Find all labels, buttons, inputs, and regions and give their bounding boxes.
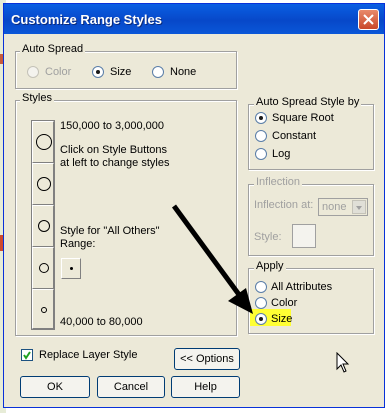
checkmark-icon bbox=[23, 351, 31, 360]
apply-color-radio[interactable] bbox=[255, 297, 267, 309]
auto-spread-color-radio bbox=[27, 66, 39, 78]
square-root-radio[interactable] bbox=[255, 112, 267, 124]
inflection-at-value: none bbox=[322, 201, 347, 213]
auto-spread-style-by-label: Auto Spread Style by bbox=[254, 96, 362, 108]
replace-layer-style-label[interactable]: Replace Layer Style bbox=[39, 349, 137, 361]
all-attributes-label[interactable]: All Attributes bbox=[271, 281, 332, 293]
square-root-label[interactable]: Square Root bbox=[272, 112, 334, 124]
apply-color-label[interactable]: Color bbox=[271, 297, 297, 309]
title-bar[interactable]: Customize Range Styles bbox=[4, 4, 384, 34]
customize-range-styles-dialog: Customize Range Styles Auto Spread Color… bbox=[3, 3, 385, 408]
apply-size-radio[interactable] bbox=[255, 313, 267, 325]
apply-label: Apply bbox=[254, 260, 286, 272]
small-circle-icon bbox=[41, 307, 47, 313]
inflection-style-button[interactable] bbox=[292, 224, 316, 248]
auto-spread-size-label[interactable]: Size bbox=[110, 66, 131, 78]
style-button-1[interactable] bbox=[32, 121, 54, 163]
log-label[interactable]: Log bbox=[272, 148, 290, 160]
auto-spread-none-radio[interactable] bbox=[152, 66, 164, 78]
styles-label: Styles bbox=[20, 92, 54, 104]
chevron-down-icon[interactable] bbox=[352, 200, 366, 214]
all-attributes-radio[interactable] bbox=[255, 281, 267, 293]
replace-layer-style-checkbox[interactable] bbox=[21, 349, 33, 361]
style-button-5[interactable] bbox=[32, 289, 54, 329]
constant-radio[interactable] bbox=[255, 130, 267, 142]
close-button[interactable] bbox=[358, 9, 379, 30]
all-others-label-line1: Style for "All Others" bbox=[60, 225, 160, 237]
ok-button[interactable]: OK bbox=[20, 376, 90, 398]
inflection-style-label: Style: bbox=[254, 231, 282, 243]
cancel-button[interactable]: Cancel bbox=[97, 376, 165, 398]
circle-icon bbox=[39, 263, 49, 273]
help-button[interactable]: Help bbox=[171, 376, 240, 398]
style-button-2[interactable] bbox=[32, 163, 54, 205]
inflection-at-label: Inflection at: bbox=[254, 199, 314, 211]
close-icon bbox=[363, 14, 374, 25]
constant-label[interactable]: Constant bbox=[272, 130, 316, 142]
log-radio[interactable] bbox=[255, 148, 267, 160]
inflection-at-dropdown[interactable]: none bbox=[318, 198, 368, 216]
circle-icon bbox=[37, 177, 51, 191]
dot-icon bbox=[70, 267, 73, 270]
styles-hint-line1: Click on Style Buttons bbox=[60, 144, 167, 156]
auto-spread-none-label[interactable]: None bbox=[170, 66, 196, 78]
range-bottom-label: 40,000 to 80,000 bbox=[60, 316, 143, 328]
mouse-cursor-icon bbox=[336, 352, 350, 373]
apply-size-label[interactable]: Size bbox=[271, 313, 292, 325]
inflection-label: Inflection bbox=[254, 176, 303, 188]
dialog-title: Customize Range Styles bbox=[11, 12, 162, 27]
style-button-4[interactable] bbox=[32, 247, 54, 289]
style-buttons-column bbox=[31, 120, 55, 330]
options-button[interactable]: << Options bbox=[174, 348, 240, 370]
circle-icon bbox=[38, 220, 50, 232]
styles-hint-line2: at left to change styles bbox=[60, 157, 170, 169]
all-others-style-button[interactable] bbox=[61, 258, 81, 279]
auto-spread-color-label: Color bbox=[45, 66, 72, 78]
auto-spread-size-radio[interactable] bbox=[92, 66, 104, 78]
range-top-label: 150,000 to 3,000,000 bbox=[60, 120, 164, 132]
style-button-3[interactable] bbox=[32, 205, 54, 247]
all-others-label-line2: Range: bbox=[60, 238, 96, 250]
auto-spread-label: Auto Spread bbox=[20, 43, 86, 55]
large-circle-icon bbox=[36, 134, 52, 150]
